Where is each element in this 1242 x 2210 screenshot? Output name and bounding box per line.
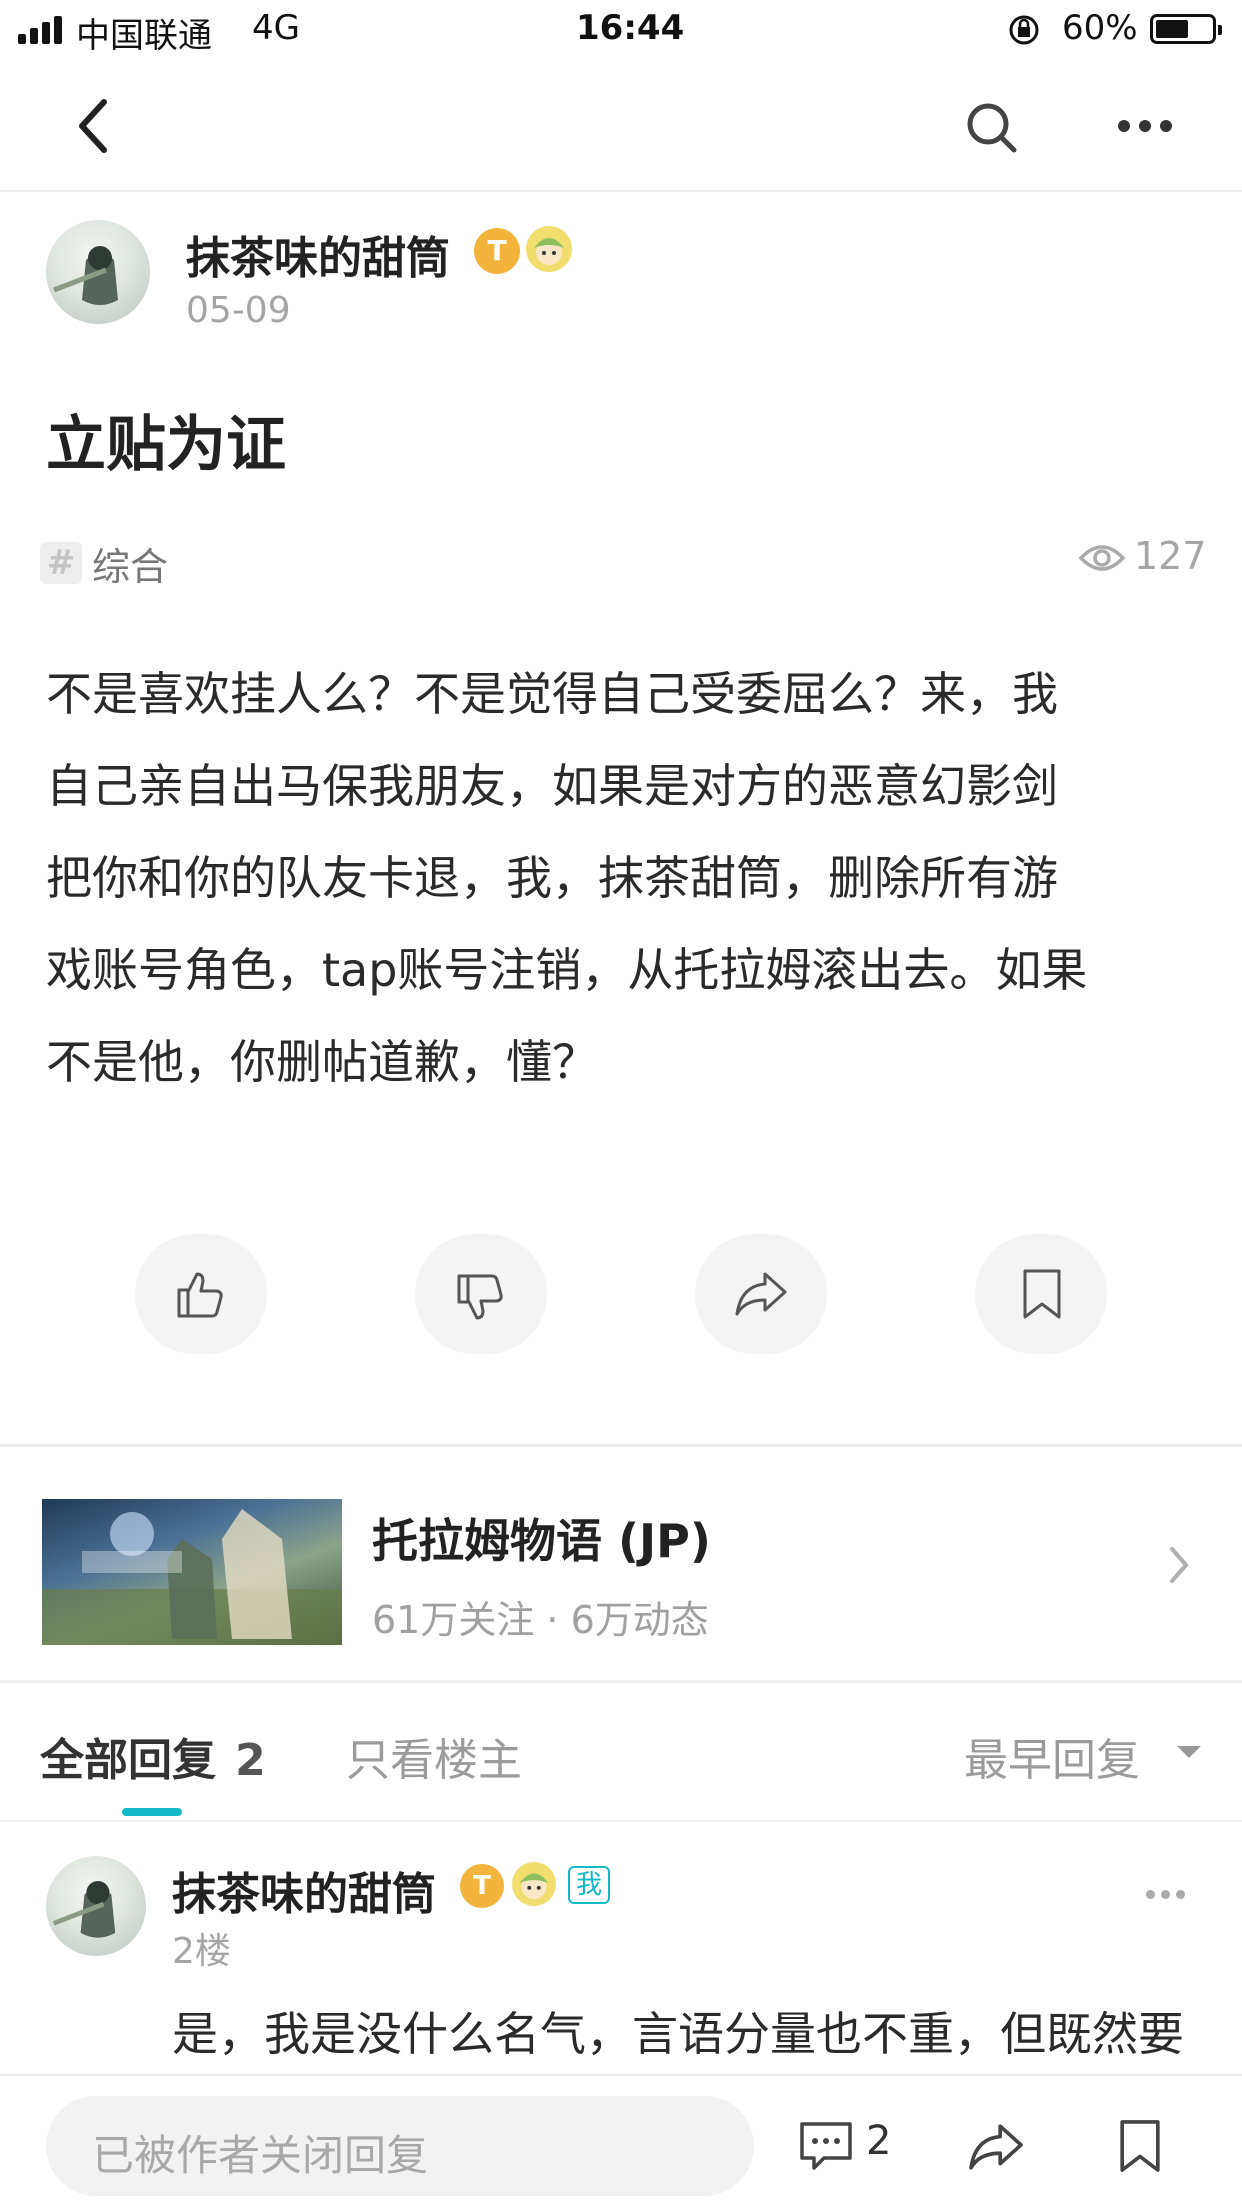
chevron-right-icon [1170,1547,1188,1583]
comment-count: 2 [866,2118,892,2164]
rotation-lock-icon [1009,15,1039,45]
battery-percent: 60% [1062,8,1138,48]
reply-floor: 2楼 [172,1931,231,1972]
avatar-badge [512,1862,556,1906]
share-icon[interactable] [966,2122,1026,2172]
avatar-badge [526,226,572,272]
chevron-left-icon[interactable] [72,96,116,156]
nav-bar [0,60,1242,192]
hashtag-icon: # [40,542,82,584]
thumbs-up-icon [177,1272,223,1318]
me-badge: 我 [568,1866,610,1904]
like-button[interactable] [135,1234,267,1354]
game-card[interactable]: 托拉姆物语 (JP) 61万关注 · 6万动态 [0,1447,1242,1679]
bottom-bar: 已被作者关闭回复 2 [0,2074,1242,2210]
game-stats: 61万关注 · 6万动态 [372,1598,709,1642]
reply-avatar[interactable] [46,1856,146,1956]
bookmark-icon[interactable] [1118,2118,1162,2174]
post-body: 不是喜欢挂人么？不是觉得自己受委屈么？来，我 自己亲自出马保我朋友，如果是对方的… [46,648,1206,1108]
post-body-line: 不是他，你删帖道歉，懂？ [46,1035,598,1089]
carrier-label: 中国联通 [76,16,212,56]
topic-tag-label: 综合 [92,545,169,589]
reply-more-icon[interactable] [1146,1890,1186,1900]
battery-icon [1150,14,1222,44]
divider [0,1680,1242,1683]
share-icon [735,1272,787,1316]
reply-text: 是，我是没什么名气，言语分量也不重，但既然要 [172,2007,1184,2061]
more-horizontal-icon[interactable] [1118,120,1174,134]
caret-down-icon[interactable] [1176,1744,1202,1760]
author-name[interactable]: 抹茶味的甜筒 [186,222,450,286]
post-body-line: 不是喜欢挂人么？不是觉得自己受委屈么？来，我 [46,667,1058,721]
thumbs-down-icon [457,1274,503,1320]
tab-all-replies[interactable]: 全部回复 2 [40,1724,266,1788]
eye-icon [1078,545,1126,571]
search-icon[interactable] [964,100,1020,156]
reply-author-name[interactable]: 抹茶味的甜筒 [172,1858,436,1922]
bookmark-icon [1023,1269,1061,1319]
post-body-line: 自己亲自出马保我朋友，如果是对方的恶意幻影剑 [46,759,1058,813]
level-badge: T [460,1864,504,1908]
sort-label[interactable]: 最早回复 [964,1724,1140,1788]
divider [0,1820,1242,1822]
post-body-line: 戏账号角色，tap账号注销，从托拉姆滚出去。如果 [46,943,1088,997]
post-body-line: 把你和你的队友卡退，我，抹茶甜筒，删除所有游 [46,851,1058,905]
bookmark-button[interactable] [975,1234,1107,1354]
author-avatar[interactable] [46,220,150,324]
battery-fill [1156,20,1188,38]
status-bar: 中国联通 4G 16:44 60% [0,0,1242,60]
post-date: 05-09 [186,290,291,331]
tab-all-replies-count: 2 [235,1735,266,1786]
post-title: 立贴为证 [46,410,286,480]
share-button[interactable] [695,1234,827,1354]
game-name: 托拉姆物语 (JP) [372,1514,711,1568]
view-count: 127 [1134,534,1207,578]
active-tab-indicator [122,1808,182,1816]
clock: 16:44 [576,8,685,48]
tab-op-only[interactable]: 只看楼主 [346,1724,522,1788]
network-label: 4G [252,8,300,48]
dislike-button[interactable] [415,1234,547,1354]
comment-icon[interactable] [798,2120,854,2172]
game-cover-image [42,1499,342,1645]
reply-input-placeholder: 已被作者关闭回复 [92,2131,429,2180]
level-badge: T [474,228,520,274]
reply-input[interactable]: 已被作者关闭回复 [46,2096,754,2196]
signal-icon [18,16,66,44]
tab-all-replies-label: 全部回复 [40,1735,216,1786]
